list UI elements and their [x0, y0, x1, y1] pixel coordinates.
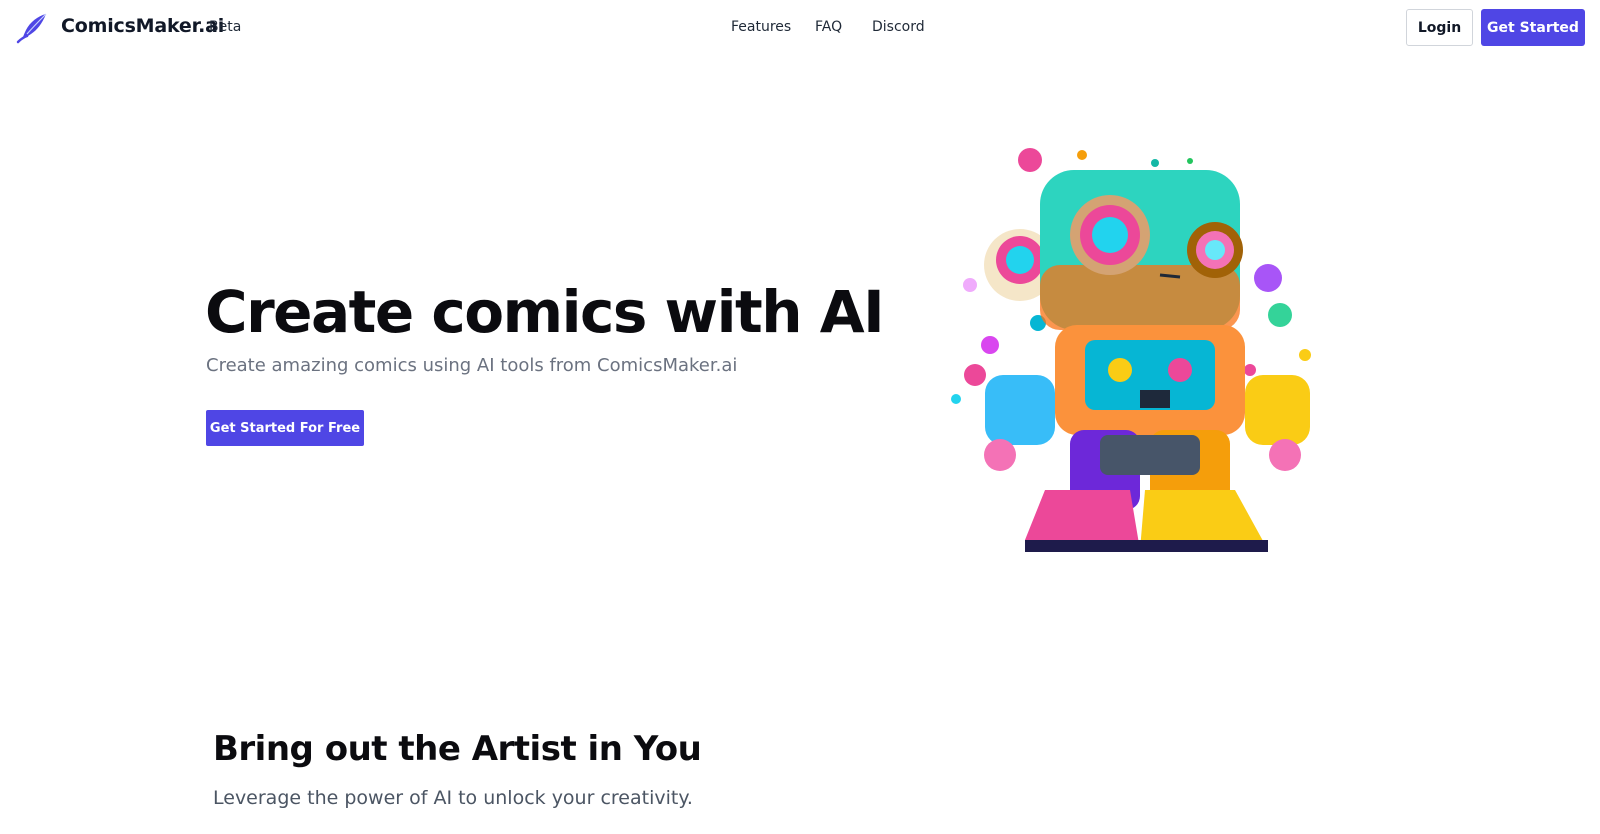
hero-subtitle: Create amazing comics using AI tools fro…: [206, 355, 738, 376]
get-started-free-button[interactable]: Get Started For Free: [206, 410, 364, 446]
section-title: Bring out the Artist in You: [213, 729, 702, 769]
login-button[interactable]: Login: [1406, 9, 1473, 46]
brand-name[interactable]: ComicsMaker.ai: [61, 15, 224, 37]
top-navigation-bar: ComicsMaker.ai Beta Features FAQ Discord…: [0, 0, 1600, 56]
nav-link-features[interactable]: Features: [731, 19, 791, 35]
nav-link-discord[interactable]: Discord: [872, 19, 925, 35]
feather-brush-icon[interactable]: [16, 12, 48, 44]
robot-illustration: [951, 148, 1311, 552]
get-started-button[interactable]: Get Started: [1481, 9, 1585, 46]
beta-badge: Beta: [209, 19, 242, 35]
nav-link-faq[interactable]: FAQ: [815, 19, 842, 35]
hero-title: Create comics with AI: [205, 278, 885, 346]
section-subtitle: Leverage the power of AI to unlock your …: [213, 787, 693, 809]
